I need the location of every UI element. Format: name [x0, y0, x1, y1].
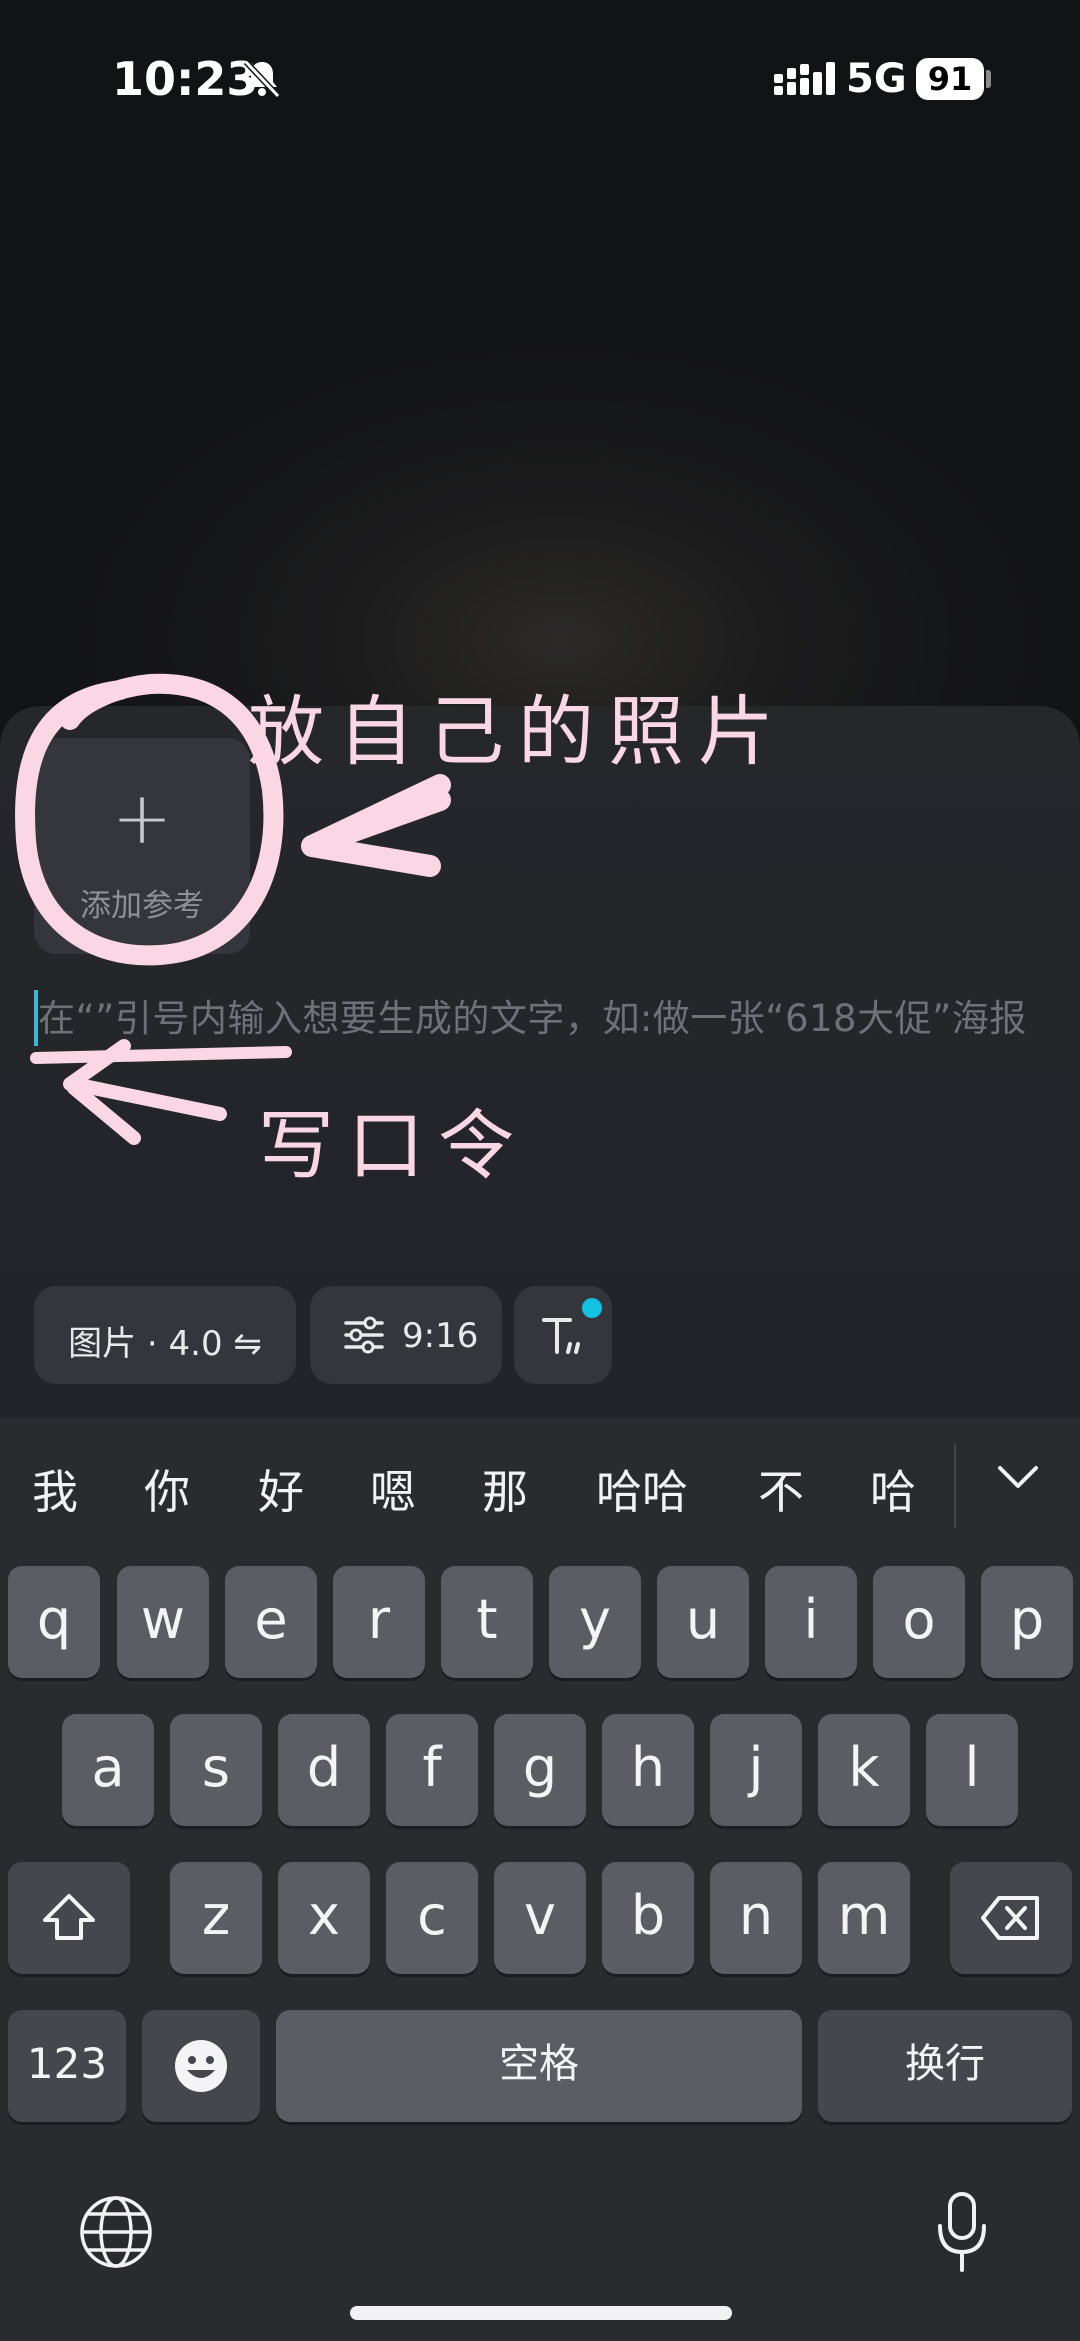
annotation-prompt-hint: 写口令 [258, 1101, 528, 1190]
key-p[interactable]: p [981, 1566, 1073, 1678]
key-q[interactable]: q [8, 1566, 100, 1678]
signal-icon [774, 62, 835, 95]
key-v[interactable]: v [494, 1862, 586, 1974]
key-d[interactable]: d [278, 1714, 370, 1826]
text-style-chip[interactable] [514, 1286, 612, 1384]
key-f[interactable]: f [386, 1714, 478, 1826]
text-style-icon [542, 1318, 580, 1354]
shift-key[interactable] [8, 1862, 130, 1974]
globe-icon[interactable] [78, 2194, 154, 2270]
key-s[interactable]: s [170, 1714, 262, 1826]
key-l[interactable]: l [926, 1714, 1018, 1826]
key-h[interactable]: h [602, 1714, 694, 1826]
candidate-word[interactable]: 不 [758, 1456, 804, 1522]
silent-bell-icon [243, 59, 281, 99]
annotation-photo-hint: 放自己的照片 [248, 687, 788, 776]
candidate-divider [954, 1444, 956, 1528]
microphone-icon[interactable] [934, 2190, 990, 2274]
prompt-input[interactable]: 在“”引号内输入想要生成的文字，如:做一张“618大促”海报 [38, 990, 1038, 1048]
model-selector-chip[interactable]: 图片 · 4.0 ⇋ [34, 1286, 296, 1384]
add-reference-button[interactable]: + 添加参考 [34, 738, 250, 954]
key-j[interactable]: j [710, 1714, 802, 1826]
key-a[interactable]: a [62, 1714, 154, 1826]
candidate-word[interactable]: 哈哈 [596, 1456, 688, 1522]
battery-icon: 91 [916, 58, 984, 100]
key-x[interactable]: x [278, 1862, 370, 1974]
emoji-icon [175, 2040, 227, 2092]
key-n[interactable]: n [710, 1862, 802, 1974]
battery-tip [986, 70, 991, 88]
key-u[interactable]: u [657, 1566, 749, 1678]
backspace-icon [981, 1896, 1039, 1940]
key-m[interactable]: m [818, 1862, 910, 1974]
plus-icon: + [111, 776, 173, 860]
key-r[interactable]: r [333, 1566, 425, 1678]
candidate-word[interactable]: 哈 [870, 1456, 916, 1522]
candidate-bar: 我 你 好 嗯 那 哈哈 不 哈 [0, 1418, 1080, 1536]
candidate-word[interactable]: 好 [258, 1456, 304, 1522]
new-indicator-dot [582, 1298, 602, 1318]
aspect-ratio-chip[interactable]: 9:16 [310, 1286, 502, 1384]
status-bar: 10:23 5G 91 [0, 0, 1080, 160]
add-reference-label: 添加参考 [80, 888, 204, 924]
model-selector-label: 图片 · 4.0 ⇋ [68, 1324, 262, 1364]
numbers-key[interactable]: 123 [8, 2010, 126, 2122]
sliders-icon [344, 1316, 384, 1354]
candidate-word[interactable]: 你 [144, 1456, 190, 1522]
key-b[interactable]: b [602, 1862, 694, 1974]
space-key[interactable]: 空格 [276, 2010, 802, 2122]
key-o[interactable]: o [873, 1566, 965, 1678]
chevron-down-icon[interactable] [994, 1460, 1042, 1492]
return-key[interactable]: 换行 [818, 2010, 1072, 2122]
shift-icon [43, 1894, 95, 1940]
backspace-key[interactable] [950, 1862, 1072, 1974]
key-g[interactable]: g [494, 1714, 586, 1826]
candidate-word[interactable]: 我 [32, 1456, 78, 1522]
candidate-word[interactable]: 那 [482, 1456, 528, 1522]
home-indicator[interactable] [350, 2306, 732, 2320]
network-type: 5G [846, 56, 907, 102]
key-c[interactable]: c [386, 1862, 478, 1974]
key-y[interactable]: y [549, 1566, 641, 1678]
key-w[interactable]: w [117, 1566, 209, 1678]
key-e[interactable]: e [225, 1566, 317, 1678]
key-t[interactable]: t [441, 1566, 533, 1678]
key-z[interactable]: z [170, 1862, 262, 1974]
battery-level: 91 [927, 60, 973, 98]
aspect-ratio-label: 9:16 [402, 1316, 479, 1356]
key-k[interactable]: k [818, 1714, 910, 1826]
key-i[interactable]: i [765, 1566, 857, 1678]
status-time: 10:23 [112, 52, 259, 106]
candidate-word[interactable]: 嗯 [370, 1456, 416, 1522]
emoji-key[interactable] [142, 2010, 260, 2122]
